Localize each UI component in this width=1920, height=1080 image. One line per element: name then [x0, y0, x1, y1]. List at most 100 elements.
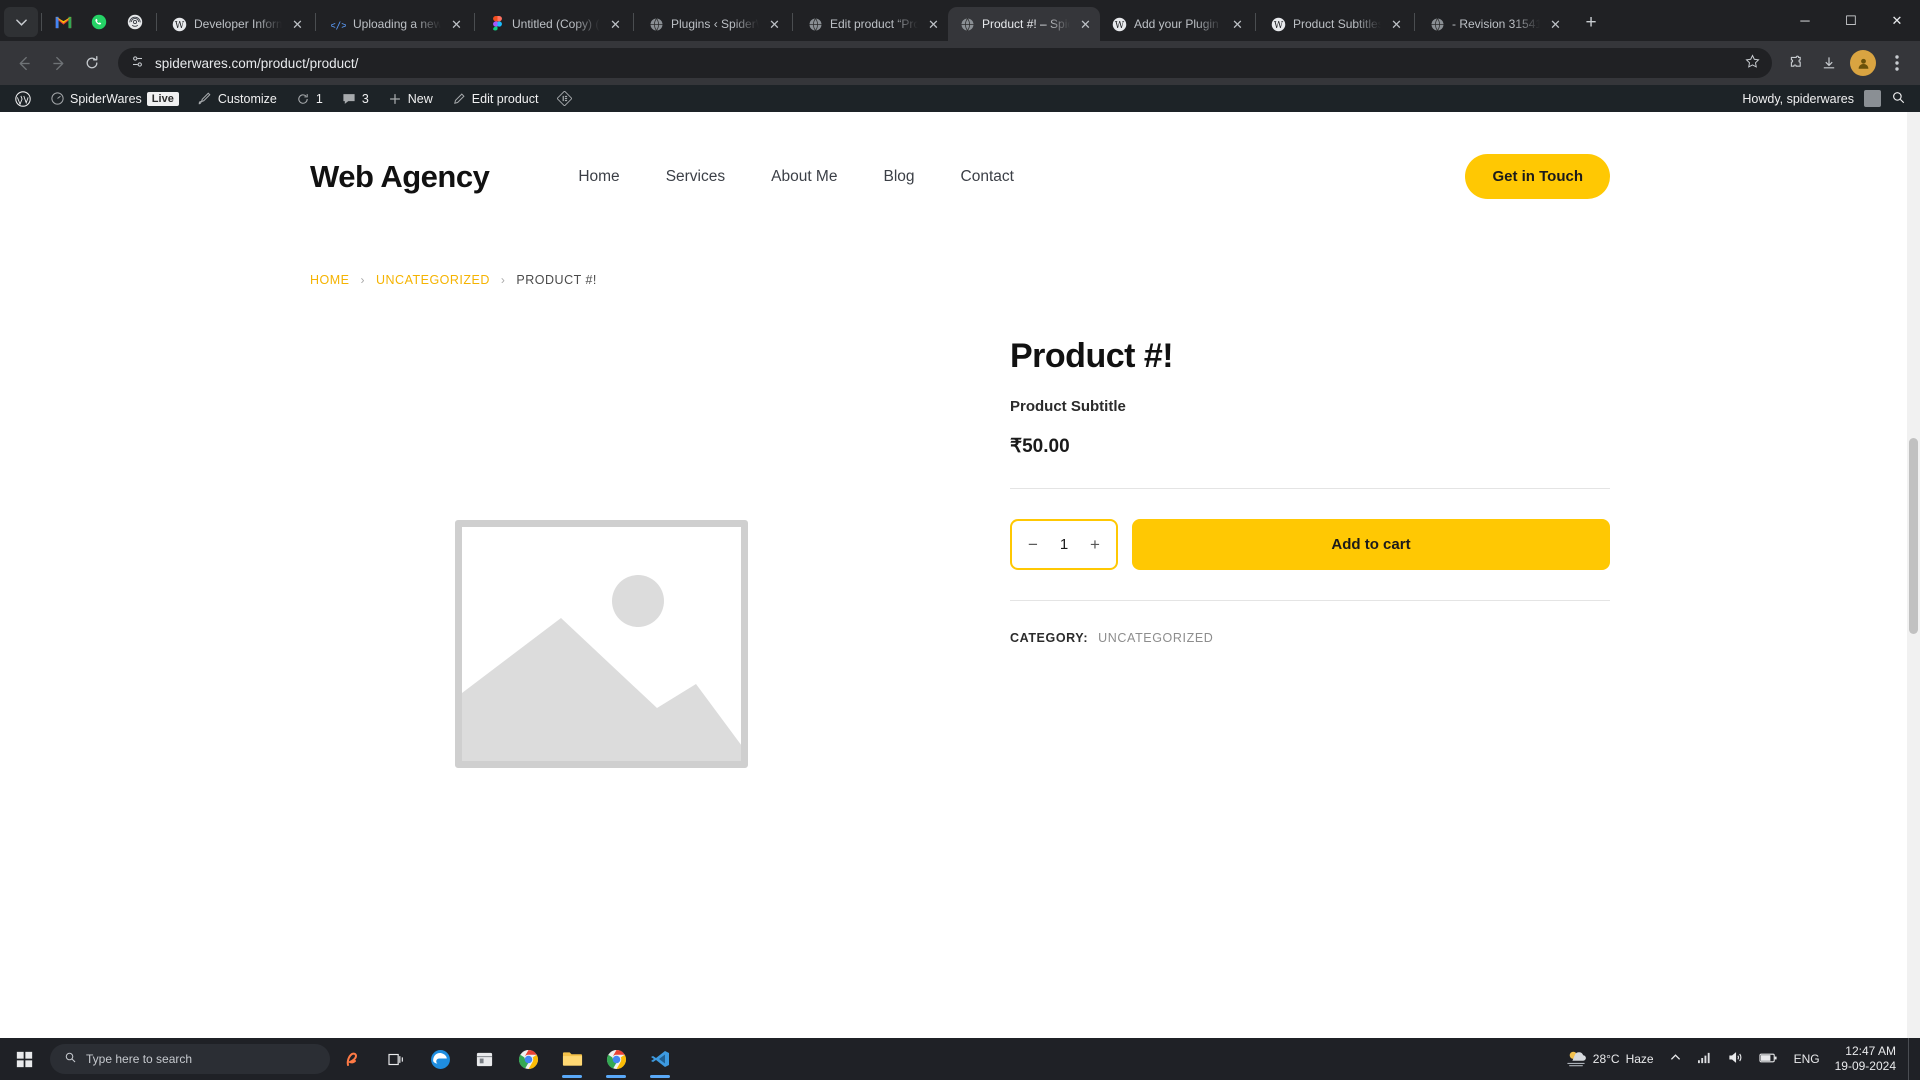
admin-bar-comments[interactable]: 3 [332, 85, 378, 112]
breadcrumb-item-home[interactable]: HOME [310, 273, 350, 287]
pinned-tab-gmail[interactable] [45, 5, 81, 39]
search-icon[interactable] [1891, 90, 1906, 108]
breadcrumb-item-uncategorized[interactable]: UNCATEGORIZED [376, 273, 490, 287]
windows-start-icon[interactable] [0, 1038, 48, 1080]
close-icon[interactable]: ✕ [289, 16, 306, 33]
taskbar-app-microsoft-store[interactable] [462, 1038, 506, 1080]
quantity-input[interactable]: 1 [1060, 536, 1068, 553]
wordpress-icon: W [1270, 16, 1286, 32]
browser-tab[interactable]: Plugins ‹ SpiderWa ✕ [637, 7, 789, 41]
nav-item-about-me[interactable]: About Me [748, 168, 860, 186]
breadcrumb-item-current: PRODUCT #! [516, 273, 597, 287]
taskbar-clock[interactable]: 12:47 AM 19-09-2024 [1829, 1044, 1906, 1074]
three-dot-menu-icon[interactable] [1882, 48, 1912, 78]
browser-tab-active[interactable]: Product #! – Spide ✕ [948, 7, 1100, 41]
avatar[interactable] [1864, 90, 1881, 107]
taskbar-app-chrome-window[interactable] [594, 1038, 638, 1080]
browser-tab[interactable]: W Developer Informa ✕ [160, 7, 312, 41]
quantity-increment-button[interactable]: + [1087, 535, 1103, 555]
battery-status[interactable] [1752, 1038, 1785, 1080]
nav-item-home[interactable]: Home [555, 168, 642, 186]
browser-tab[interactable]: W Add your Plugin | W ✕ [1100, 7, 1252, 41]
tray-expand-button[interactable] [1663, 1038, 1688, 1080]
site-settings-icon[interactable] [130, 54, 145, 72]
taskbar-app-chrome[interactable] [506, 1038, 550, 1080]
admin-bar-new[interactable]: New [378, 85, 442, 112]
page-viewport: Web Agency Home Services About Me Blog C… [0, 112, 1920, 1038]
updates-icon [295, 91, 311, 107]
minimize-button[interactable]: ─ [1782, 0, 1828, 41]
admin-bar-elementor[interactable] [548, 85, 582, 112]
add-to-cart-button[interactable]: Add to cart [1132, 519, 1610, 570]
pinned-tab-whatsapp[interactable] [81, 5, 117, 39]
language-indicator[interactable]: ENG [1787, 1038, 1827, 1080]
cortana-icon[interactable] [330, 1038, 374, 1080]
browser-tab[interactable]: W Product Subtitles f ✕ [1259, 7, 1411, 41]
new-tab-button[interactable]: + [1576, 8, 1606, 38]
tab-strip: W Developer Informa ✕ </> Uploading a ne… [0, 0, 1920, 41]
close-icon[interactable]: ✕ [925, 16, 942, 33]
close-icon[interactable]: ✕ [1547, 16, 1564, 33]
profile-avatar-icon[interactable] [1850, 50, 1876, 76]
browser-tab[interactable]: </> Uploading a new W ✕ [319, 7, 471, 41]
category-link[interactable]: UNCATEGORIZED [1098, 631, 1213, 645]
window-controls: ─ ☐ ✕ [1782, 0, 1920, 41]
show-desktop-button[interactable] [1908, 1038, 1914, 1080]
placeholder-image[interactable] [455, 520, 748, 768]
taskbar-app-edge[interactable] [418, 1038, 462, 1080]
product-subtitle: Product Subtitle [1010, 398, 1126, 415]
plus-icon [387, 91, 403, 107]
nav-item-blog[interactable]: Blog [860, 168, 937, 186]
haze-icon [1565, 1049, 1587, 1070]
download-icon[interactable] [1814, 48, 1844, 78]
figma-icon [489, 16, 505, 32]
close-icon[interactable]: ✕ [1388, 16, 1405, 33]
maximize-button[interactable]: ☐ [1828, 0, 1874, 41]
browser-tab[interactable]: Untitled (Copy) (Co ✕ [478, 7, 630, 41]
taskbar-search-input[interactable]: Type here to search [50, 1044, 330, 1074]
tab-title: Edit product “Prod [830, 17, 918, 31]
nav-item-services[interactable]: Services [643, 168, 748, 186]
admin-bar-wp-logo[interactable] [6, 85, 40, 112]
close-icon[interactable]: ✕ [1229, 16, 1246, 33]
page-scrollbar[interactable] [1907, 112, 1920, 1038]
network-status[interactable] [1690, 1038, 1719, 1080]
scrollbar-thumb[interactable] [1909, 438, 1918, 634]
taskbar-app-vscode[interactable] [638, 1038, 682, 1080]
back-arrow-icon[interactable] [8, 47, 40, 79]
close-icon[interactable]: ✕ [448, 16, 465, 33]
reload-icon[interactable] [76, 47, 108, 79]
globe-icon [648, 16, 664, 32]
admin-bar-site-name[interactable]: SpiderWares Live [40, 85, 188, 112]
weather-widget[interactable]: 28°C Haze [1558, 1038, 1661, 1080]
close-icon[interactable]: ✕ [1077, 16, 1094, 33]
quantity-stepper[interactable]: − 1 + [1010, 519, 1118, 570]
admin-bar-updates[interactable]: 1 [286, 85, 332, 112]
volume-status[interactable] [1721, 1038, 1750, 1080]
forward-arrow-icon[interactable] [42, 47, 74, 79]
address-bar[interactable]: spiderwares.com/product/product/ [118, 48, 1772, 78]
howdy-label[interactable]: Howdy, spiderwares [1742, 92, 1854, 106]
svg-text:W: W [1273, 20, 1283, 30]
pinned-tab-fingerprint[interactable] [117, 5, 153, 39]
task-view-icon[interactable] [374, 1038, 418, 1080]
star-icon[interactable] [1745, 54, 1760, 72]
svg-text:</>: </> [331, 20, 346, 31]
close-icon[interactable]: ✕ [607, 16, 624, 33]
browser-tab[interactable]: - Revision 315410 ✕ [1418, 7, 1570, 41]
close-icon[interactable]: ✕ [766, 16, 783, 33]
main-navigation: Home Services About Me Blog Contact [555, 168, 1037, 186]
svg-text:W: W [174, 20, 184, 30]
extensions-icon[interactable] [1782, 48, 1812, 78]
admin-bar-customize[interactable]: Customize [188, 85, 286, 112]
close-window-button[interactable]: ✕ [1874, 0, 1920, 41]
get-in-touch-button[interactable]: Get in Touch [1465, 154, 1610, 199]
nav-item-contact[interactable]: Contact [938, 168, 1037, 186]
taskbar-app-file-explorer[interactable] [550, 1038, 594, 1080]
browser-tab[interactable]: Edit product “Prod ✕ [796, 7, 948, 41]
quantity-decrement-button[interactable]: − [1025, 535, 1041, 555]
chevron-up-icon [1670, 1052, 1681, 1066]
admin-bar-edit-product[interactable]: Edit product [442, 85, 548, 112]
site-logo[interactable]: Web Agency [310, 159, 490, 195]
tab-search-button[interactable] [4, 7, 38, 37]
